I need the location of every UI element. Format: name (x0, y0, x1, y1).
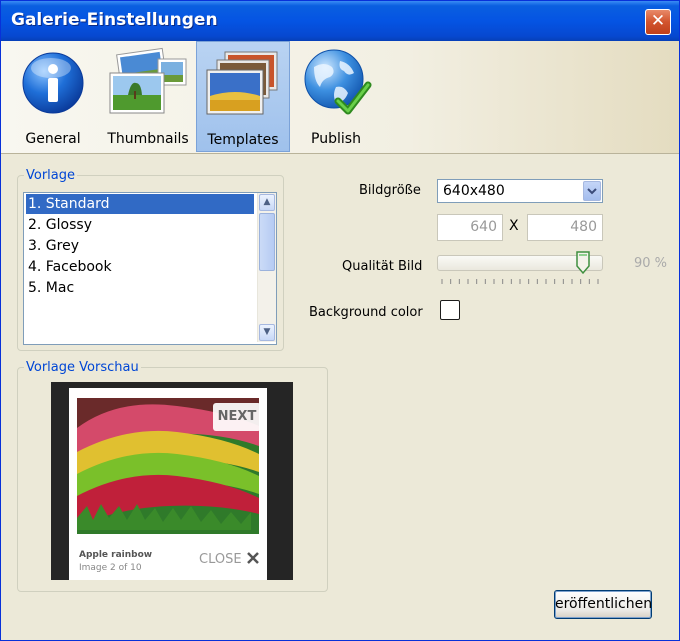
template-listbox[interactable]: 1. Standard 2. Glossy 3. Grey 4. Faceboo… (23, 192, 277, 345)
bildgroesse-value: 640x480 (443, 183, 505, 199)
tab-publish-label: Publish (311, 131, 361, 147)
background-label: Background color (309, 305, 423, 320)
scroll-thumb[interactable] (259, 213, 275, 271)
caption-subtitle: Image 2 of 10 (79, 563, 142, 573)
qualitaet-label: Qualität Bild (342, 259, 423, 274)
close-icon: ✕ (650, 11, 666, 31)
tab-thumbnails-label: Thumbnails (107, 131, 189, 147)
tab-templates-label: Templates (207, 132, 279, 148)
info-icon (22, 52, 84, 114)
bildgroesse-select[interactable]: 640x480 (437, 179, 603, 203)
background-checkbox[interactable] (440, 300, 460, 320)
settings-window: Galerie-Einstellungen ✕ General Thumbnai… (0, 0, 680, 641)
close-button[interactable]: ✕ (645, 9, 671, 35)
caption-title: Apple rainbow (79, 550, 153, 560)
title-bar[interactable]: Galerie-Einstellungen ✕ (1, 1, 679, 41)
list-scrollbar[interactable]: ▲ ▼ (257, 193, 276, 342)
list-item[interactable]: 4. Facebook (26, 257, 254, 277)
preview-legend: Vorlage Vorschau (26, 360, 139, 375)
slider-ticks (441, 279, 599, 284)
height-field[interactable]: 480 (527, 214, 603, 241)
tab-publish[interactable]: Publish (295, 41, 377, 152)
close-x-icon (246, 552, 259, 564)
list-item[interactable]: 3. Grey (26, 236, 254, 256)
thumbnails-icon (109, 47, 187, 114)
preview-close-button: CLOSE (199, 551, 260, 567)
list-item[interactable]: 5. Mac (26, 278, 254, 298)
globe-publish-icon (304, 49, 372, 115)
tab-general[interactable]: General (9, 41, 97, 152)
width-field[interactable]: 640 (437, 214, 503, 241)
tab-templates[interactable]: Templates (196, 41, 290, 152)
x-separator: X (509, 218, 519, 234)
vorlage-legend: Vorlage (26, 168, 76, 183)
chevron-down-icon[interactable] (583, 181, 601, 201)
list-item[interactable]: 2. Glossy (26, 215, 254, 235)
publish-button[interactable]: eröffentlichen. (554, 590, 652, 619)
templates-icon (206, 51, 278, 115)
preview-next-button: NEXT (213, 403, 261, 431)
tab-general-label: General (25, 131, 81, 147)
category-toolbar: General Thumbnails Templates Publish (1, 41, 679, 154)
qualitaet-value: 90 % (634, 256, 668, 271)
tab-thumbnails[interactable]: Thumbnails (103, 41, 193, 152)
scroll-up-icon[interactable]: ▲ (259, 194, 275, 211)
list-item[interactable]: 1. Standard (26, 194, 254, 214)
bildgroesse-label: Bildgröße (359, 183, 421, 198)
slider-thumb-icon[interactable] (576, 251, 590, 275)
scroll-down-icon[interactable]: ▼ (259, 324, 275, 341)
window-title: Galerie-Einstellungen (11, 10, 218, 30)
preview-close-label: CLOSE (199, 552, 242, 567)
